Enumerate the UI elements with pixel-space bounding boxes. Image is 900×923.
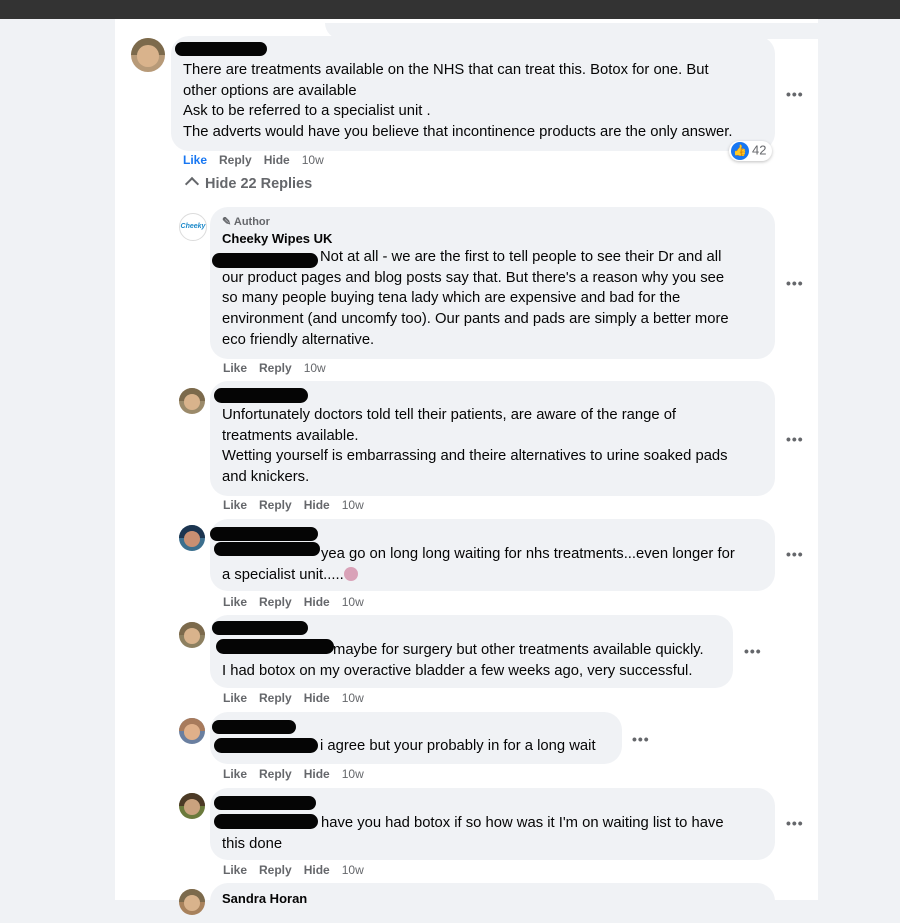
main-comment-bubble: There are treatments available on the NH… (171, 36, 775, 151)
comment-text-line: other options are available (183, 82, 357, 99)
more-options-icon[interactable]: ••• (786, 86, 804, 102)
commenter-name[interactable]: Sandra Horan (222, 891, 775, 907)
redacted-name (210, 527, 318, 541)
chevron-up-icon (184, 176, 200, 192)
like-button[interactable]: Like (223, 498, 247, 512)
redacted-name (212, 720, 296, 734)
comment-text-line: eco friendly alternative. (222, 331, 375, 348)
avatar[interactable] (179, 622, 205, 648)
avatar[interactable] (179, 525, 205, 551)
reply-bubble: maybe for surgery but other treatments a… (210, 615, 733, 688)
comment-actions: Like Reply Hide 10w (223, 691, 376, 705)
comment-actions: Like Reply 10w (223, 361, 338, 375)
reply-button[interactable]: Reply (259, 863, 292, 877)
hide-button[interactable]: Hide (264, 153, 290, 167)
like-button[interactable]: Like (223, 863, 247, 877)
redacted-name (216, 639, 334, 654)
like-button[interactable]: Like (223, 595, 247, 609)
more-options-icon[interactable]: ••• (786, 431, 804, 447)
avatar[interactable] (179, 718, 205, 744)
comment-text-line: Unfortunately doctors told tell their pa… (222, 407, 677, 423)
comment-text-line: this done (222, 835, 283, 852)
like-button[interactable]: Like (223, 691, 247, 705)
reply-button[interactable]: Reply (259, 691, 292, 705)
avatar[interactable] (179, 793, 205, 819)
commenter-name[interactable]: Cheeky Wipes UK (222, 231, 775, 247)
comment-text-line: environment (and uncomfy too). Our pants… (222, 311, 729, 328)
hide-button[interactable]: Hide (304, 691, 330, 705)
hide-replies-button[interactable]: Hide 22 Replies (184, 176, 313, 192)
comment-actions: Like Reply Hide 10w (223, 595, 376, 609)
comment-text-line: There are treatments available on the NH… (183, 62, 709, 78)
timestamp[interactable]: 10w (342, 691, 364, 705)
reply-button[interactable]: Reply (259, 498, 292, 512)
reaction-count[interactable]: 👍 42 (729, 141, 773, 161)
reply-button[interactable]: Reply (259, 595, 292, 609)
facepalm-emoji-icon (343, 566, 358, 581)
comment-text-line: and knickers. (222, 469, 310, 486)
like-reaction-icon: 👍 (731, 142, 749, 160)
reaction-count-value: 42 (752, 142, 767, 158)
comment-actions: Like Reply Hide 10w (223, 498, 376, 512)
hide-button[interactable]: Hide (304, 498, 330, 512)
pencil-icon: ✎ (222, 216, 234, 228)
like-button[interactable]: Like (183, 153, 207, 167)
more-options-icon[interactable]: ••• (632, 731, 650, 747)
reply-bubble: have you had botox if so how was it I'm … (210, 788, 775, 860)
redacted-name (212, 253, 318, 268)
reply-button[interactable]: Reply (259, 767, 292, 781)
reply-bubble: yea go on long long waiting for nhs trea… (210, 519, 775, 591)
avatar[interactable] (131, 38, 165, 72)
like-button[interactable]: Like (223, 361, 247, 375)
timestamp[interactable]: 10w (302, 153, 324, 167)
comment-text-line: so many people buying tena lady which ar… (222, 290, 681, 307)
comment-text-line: a specialist unit..... (222, 565, 775, 586)
comment-actions: Like Reply Hide 10w (223, 767, 376, 781)
redacted-name (214, 814, 318, 829)
comment-actions: Like Reply Hide 10w (183, 153, 336, 167)
timestamp[interactable]: 10w (342, 595, 364, 609)
redacted-name (214, 388, 308, 403)
more-options-icon[interactable]: ••• (786, 275, 804, 291)
hide-replies-label: Hide 22 Replies (205, 176, 313, 192)
more-options-icon[interactable]: ••• (744, 643, 762, 659)
comment-text-fragment: a specialist unit..... (222, 566, 344, 583)
comment-text-line: our product pages and blog posts say tha… (222, 269, 725, 286)
avatar[interactable] (179, 889, 205, 915)
timestamp[interactable]: 10w (342, 767, 364, 781)
reply-bubble: ✎ Author Cheeky Wipes UK Not at all - we… (210, 207, 775, 359)
hide-button[interactable]: Hide (304, 863, 330, 877)
redacted-name (214, 738, 318, 753)
reply-bubble: Unfortunately doctors told tell their pa… (210, 381, 775, 496)
reply-bubble: Sandra Horan (210, 883, 775, 923)
avatar[interactable] (179, 388, 205, 414)
cheeky-wipes-logo[interactable]: Cheeky (179, 213, 207, 241)
comment-text-line: The adverts would have you believe that … (183, 124, 733, 141)
more-options-icon[interactable]: ••• (786, 546, 804, 562)
redacted-name (214, 796, 316, 810)
author-badge: ✎ Author (222, 215, 775, 229)
reply-button[interactable]: Reply (219, 153, 252, 167)
redacted-name (212, 621, 308, 635)
timestamp[interactable]: 10w (304, 361, 326, 375)
comment-text-line: treatments available. (222, 427, 359, 444)
author-badge-label: Author (233, 216, 270, 228)
hide-button[interactable]: Hide (304, 595, 330, 609)
more-options-icon[interactable]: ••• (786, 815, 804, 831)
redacted-name (175, 42, 267, 56)
comment-actions: Like Reply Hide 10w (223, 863, 376, 877)
hide-button[interactable]: Hide (304, 767, 330, 781)
browser-top-bar (0, 0, 900, 19)
redacted-name (214, 542, 320, 556)
like-button[interactable]: Like (223, 767, 247, 781)
reply-button[interactable]: Reply (259, 361, 292, 375)
reply-bubble: i agree but your probably in for a long … (210, 712, 622, 764)
timestamp[interactable]: 10w (342, 498, 364, 512)
comment-text-line: Ask to be referred to a specialist unit … (183, 103, 431, 120)
comment-text-line: Wetting yourself is embarrassing and the… (222, 448, 728, 465)
timestamp[interactable]: 10w (342, 863, 364, 877)
comment-text-line: I had botox on my overactive bladder a f… (222, 662, 693, 679)
